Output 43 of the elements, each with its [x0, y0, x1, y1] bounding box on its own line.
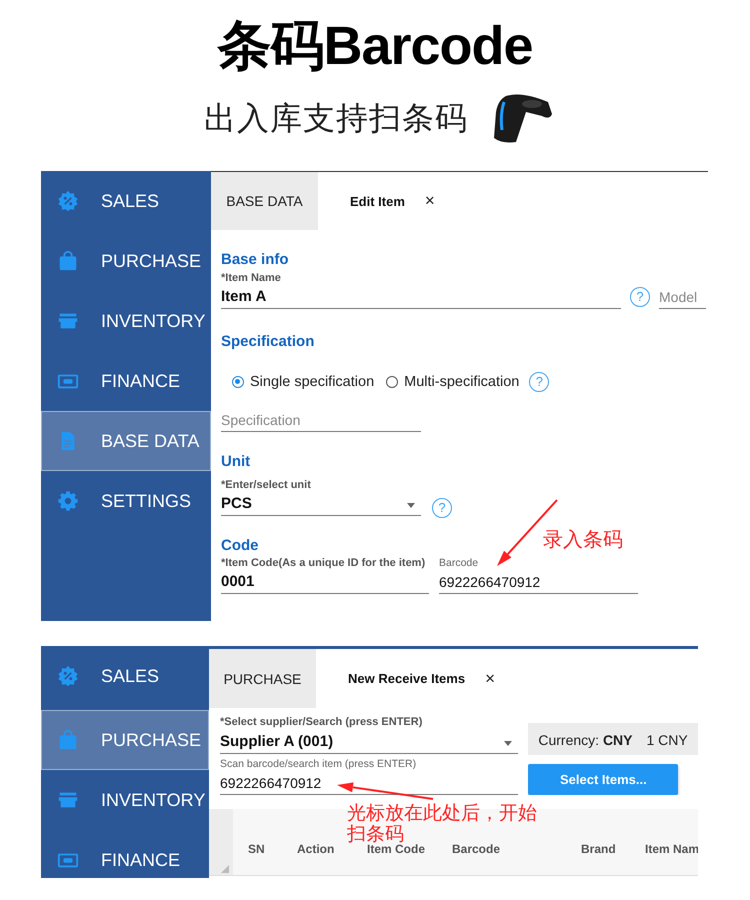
section-heading: Code [221, 536, 258, 556]
radio-option[interactable]: Multi-specification [386, 374, 520, 390]
field-label: *Enter/select unit [221, 478, 312, 492]
exchange-rate: 1 CNY [646, 732, 688, 748]
dropdown-field[interactable]: PCS [221, 492, 421, 516]
section-heading: Specification [221, 332, 314, 352]
sidebar-item[interactable]: INVENTORY [41, 770, 209, 830]
sidebar-item[interactable]: INVENTORY [41, 291, 211, 351]
column-header: Item Nam [645, 842, 698, 856]
currency-label: Currency: CNY [538, 732, 632, 748]
field-label: *Select supplier/Search (press ENTER) [220, 715, 424, 729]
tab[interactable]: PURCHASE [209, 649, 316, 708]
field-label: *Item Code(As a unique ID for the item) [221, 556, 426, 570]
page-subtitle: 出入库支持扫条码 [204, 99, 468, 138]
radio-option[interactable]: Single specification [232, 374, 374, 390]
sidebar-item[interactable]: FINANCE [41, 830, 209, 878]
sidebar-item[interactable]: PURCHASE [41, 231, 211, 291]
sidebar-item[interactable]: BASE DATA [41, 411, 211, 471]
input-field[interactable]: 0001 [221, 570, 429, 594]
dropdown-field[interactable]: Supplier A (001) [220, 730, 518, 754]
section-heading: Unit [221, 452, 250, 472]
sidebar-item[interactable]: SETTINGS [41, 471, 211, 531]
sidebar-item[interactable]: SALES [41, 171, 211, 231]
field-label: Barcode [439, 556, 480, 570]
field-label: *Item Name [221, 271, 282, 285]
input-field[interactable]: Specification [221, 408, 421, 432]
tab[interactable]: BASE DATA [211, 172, 318, 230]
sidebar-item[interactable]: SALES [41, 646, 209, 706]
column-header: Brand [581, 842, 616, 856]
sidebar-item[interactable]: PURCHASE [41, 710, 209, 770]
input-field[interactable]: Item A [221, 285, 621, 309]
column-header: SN [248, 842, 265, 856]
annotation-text: 录入条码 [543, 528, 624, 552]
sidebar-item[interactable]: FINANCE [41, 351, 211, 411]
annotation-text: 光标放在此处后，开始扫条码 [347, 803, 538, 845]
input-field[interactable]: Model [659, 285, 706, 309]
page-title: 条码Barcode [216, 15, 534, 78]
field-label: Scan barcode/search item (press ENTER) [220, 757, 418, 771]
input-field[interactable]: 6922266470912 [439, 570, 638, 594]
section-heading: Base info [221, 250, 289, 270]
column-header: Barcode [452, 842, 500, 856]
column-header: Action [297, 842, 334, 856]
column-header: Item Code [367, 842, 426, 856]
